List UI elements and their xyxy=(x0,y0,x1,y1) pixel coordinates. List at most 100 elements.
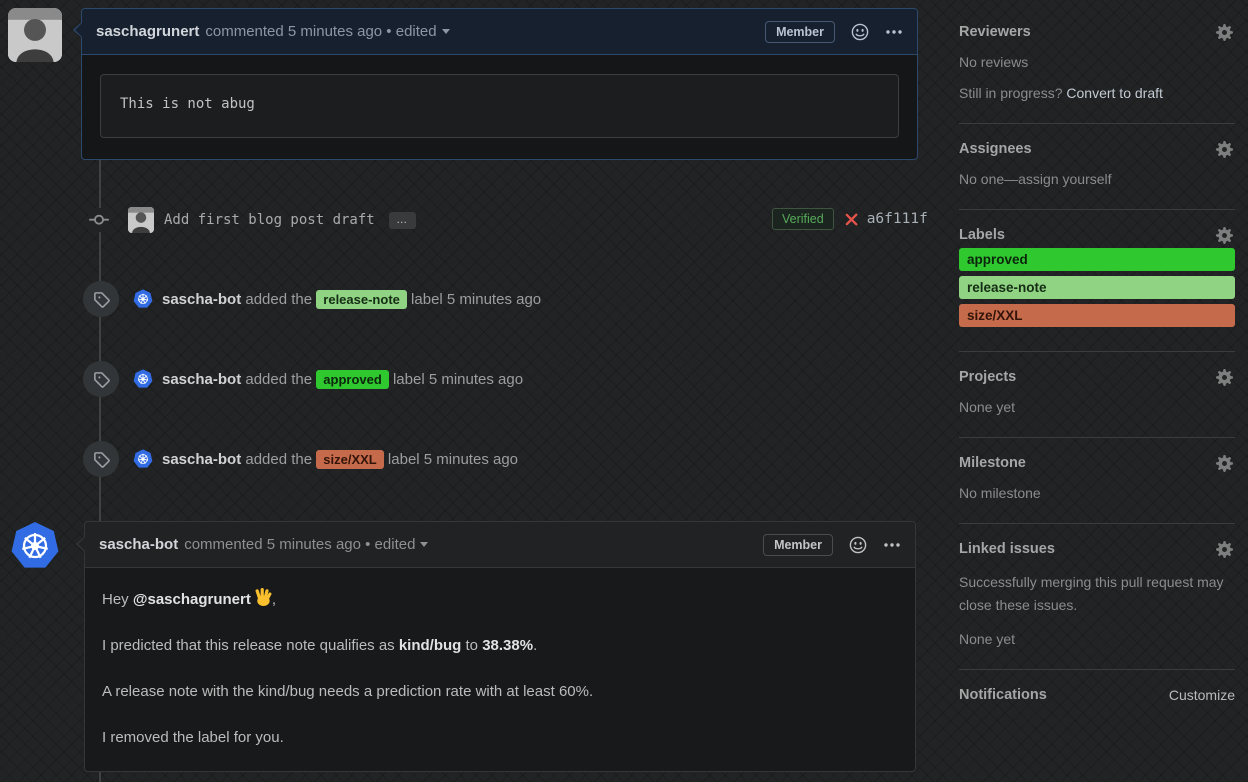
hint-text: Still in progress? xyxy=(959,85,1063,101)
gear-icon xyxy=(1216,369,1233,386)
label-badge[interactable]: release-note xyxy=(316,289,407,309)
kebab-icon xyxy=(884,542,900,547)
commit-message-link[interactable]: Add first blog post draft xyxy=(164,212,375,228)
event-actor-link[interactable]: sascha-bot xyxy=(162,371,241,388)
projects-title: Projects xyxy=(959,369,1017,385)
gear-icon xyxy=(1216,541,1233,558)
customize-link[interactable]: Customize xyxy=(1169,687,1235,703)
reviewers-title: Reviewers xyxy=(959,24,1031,40)
event-actor-link[interactable]: sascha-bot xyxy=(162,451,241,468)
assignees-title: Assignees xyxy=(959,141,1032,157)
text: , xyxy=(271,591,277,608)
check-failed-x-icon[interactable] xyxy=(843,211,860,228)
text-bold: kind/bug xyxy=(398,637,462,654)
comment-header: sascha-bot commented 5 minutes ago • edi… xyxy=(76,522,915,568)
avatar-sascha-bot[interactable] xyxy=(133,289,153,309)
git-commit-icon xyxy=(88,208,110,232)
mention-link[interactable]: @saschagrunert xyxy=(133,591,251,608)
milestone-title: Milestone xyxy=(959,455,1026,471)
milestone-empty-text: No milestone xyxy=(959,485,1041,501)
tag-icon xyxy=(93,451,110,468)
label-event-row: sascha-bot added the release-note label … xyxy=(83,281,541,317)
convert-to-draft-link[interactable]: Convert to draft xyxy=(1066,85,1163,101)
event-text: sascha-bot added the release-note label … xyxy=(162,289,542,309)
reviewers-settings-button[interactable] xyxy=(1216,24,1233,44)
add-reaction-button[interactable] xyxy=(851,23,869,41)
event-suffix: label 5 minutes ago xyxy=(392,370,524,388)
labels-title: Labels xyxy=(959,227,1005,243)
label-badge[interactable]: approved xyxy=(316,369,389,389)
comment-pointer-fill xyxy=(75,23,82,37)
sidebar-label-approved[interactable]: approved xyxy=(959,248,1235,271)
verified-badge[interactable]: Verified xyxy=(772,208,834,230)
smiley-icon xyxy=(851,23,869,40)
commit-author-avatar[interactable] xyxy=(128,207,154,233)
sidebar-section-assignees: Assignees No one—assign yourself xyxy=(959,141,1235,210)
tag-icon xyxy=(93,291,110,308)
event-text: sascha-bot added the approved label 5 mi… xyxy=(162,369,524,389)
comment-paragraph: Hey @saschagrunert, xyxy=(102,588,898,611)
kebab-icon xyxy=(886,29,902,34)
sidebar-label-size-xxl[interactable]: size/XXL xyxy=(959,304,1235,327)
comment-options-button[interactable] xyxy=(883,536,901,554)
comment-meta: commented 5 minutes ago • edited xyxy=(184,536,416,553)
comment-pointer-fill xyxy=(78,537,85,551)
assignees-settings-button[interactable] xyxy=(1216,141,1233,161)
event-suffix: label 5 minutes ago xyxy=(411,290,542,308)
member-badge: Member xyxy=(765,20,835,43)
linked-issues-settings-button[interactable] xyxy=(1216,541,1233,561)
projects-empty-text: None yet xyxy=(959,399,1016,415)
assignees-empty-text[interactable]: No one—assign yourself xyxy=(959,171,1235,188)
comment-body: Hey @saschagrunert, I predicted that thi… xyxy=(85,568,915,782)
commit-expand-button[interactable]: … xyxy=(388,211,416,229)
add-reaction-button[interactable] xyxy=(849,536,867,554)
comment-header: saschagrunert commented 5 minutes ago • … xyxy=(73,9,917,55)
edited-dropdown-caret-icon[interactable] xyxy=(420,542,429,547)
commit-status-group: Verified a6f111f xyxy=(772,204,928,234)
sidebar-section-reviewers: Reviewers No reviews Still in progress? … xyxy=(959,24,1235,124)
gear-icon xyxy=(1216,141,1233,158)
event-actor-link[interactable]: sascha-bot xyxy=(162,291,241,308)
comment-author-link[interactable]: saschagrunert xyxy=(96,23,199,40)
commit-row: Add first blog post draft … xyxy=(88,206,416,234)
tag-icon-circle xyxy=(83,281,119,317)
avatar-saschagrunert[interactable] xyxy=(8,8,62,62)
text: I predicted that this release note quali… xyxy=(102,637,399,654)
label-badge[interactable]: size/XXL xyxy=(316,449,384,469)
sidebar: Reviewers No reviews Still in progress? … xyxy=(959,24,1235,741)
labels-settings-button[interactable] xyxy=(1216,227,1233,247)
projects-settings-button[interactable] xyxy=(1216,369,1233,389)
reviewers-hint: Still in progress? Convert to draft xyxy=(959,85,1235,102)
comment-options-button[interactable] xyxy=(885,23,903,41)
event-action: added the xyxy=(245,450,313,468)
notifications-title: Notifications xyxy=(959,687,1047,703)
text: Hey xyxy=(102,591,133,608)
sidebar-label-release-note[interactable]: release-note xyxy=(959,276,1235,299)
comment-paragraph: A release note with the kind/bug needs a… xyxy=(102,683,594,700)
avatar-sascha-bot[interactable] xyxy=(133,449,153,469)
commit-sha-link[interactable]: a6f111f xyxy=(867,211,928,227)
edited-dropdown-caret-icon[interactable] xyxy=(441,29,450,34)
pull-request-conversation-page: saschagrunert commented 5 minutes ago • … xyxy=(0,0,1248,782)
notifications-row: Notifications Customize xyxy=(959,687,1235,703)
avatar-sascha-bot[interactable] xyxy=(133,369,153,389)
tag-icon-circle xyxy=(83,361,119,397)
reviewers-empty-text: No reviews xyxy=(959,54,1029,70)
gear-icon xyxy=(1216,227,1233,244)
text-bold: 38.38% xyxy=(482,637,534,654)
comment-sascha-bot: sascha-bot commented 5 minutes ago • edi… xyxy=(76,521,916,772)
text: . xyxy=(533,637,538,654)
comment-paragraph: I removed the label for you. xyxy=(102,729,284,746)
comment-meta: commented 5 minutes ago • edited xyxy=(205,23,437,40)
sidebar-section-linked-issues: Linked issues Successfully merging this … xyxy=(959,541,1235,670)
sidebar-section-notifications: Notifications Customize xyxy=(959,687,1235,724)
avatar-sascha-bot-large[interactable] xyxy=(10,521,60,571)
sidebar-section-milestone: Milestone No milestone xyxy=(959,455,1235,524)
gear-icon xyxy=(1216,455,1233,472)
tag-icon-circle xyxy=(83,441,119,477)
tag-icon xyxy=(93,371,110,388)
event-action: added the xyxy=(245,370,313,388)
comment-author-link[interactable]: sascha-bot xyxy=(99,536,178,553)
milestone-settings-button[interactable] xyxy=(1216,455,1233,475)
event-suffix: label 5 minutes ago xyxy=(387,450,519,468)
